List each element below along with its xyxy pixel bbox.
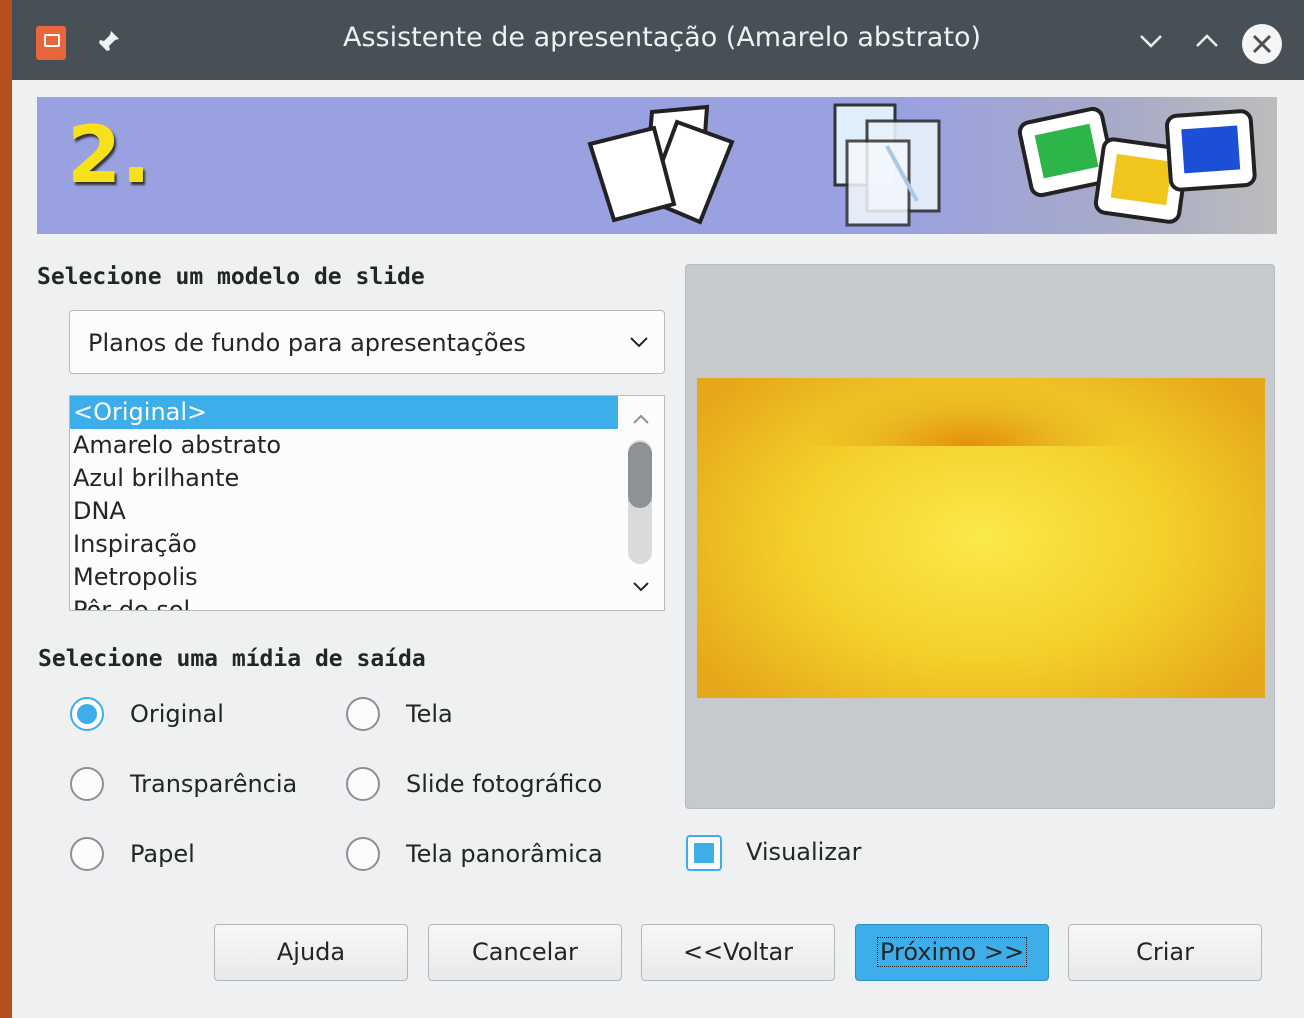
scrollbar-thumb[interactable] (628, 442, 652, 508)
template-category-select[interactable]: Planos de fundo para apresentações (69, 310, 665, 374)
help-button[interactable]: Ajuda (214, 924, 408, 981)
next-button[interactable]: Próximo >> (855, 924, 1049, 981)
step-number: 2. (67, 111, 151, 201)
pin-icon[interactable] (94, 28, 122, 56)
radio-overhead-label[interactable]: Transparência (130, 770, 297, 798)
list-item[interactable]: Metropolis (70, 561, 618, 594)
window-title: Assistente de apresentação (Amarelo abst… (342, 22, 981, 53)
list-item[interactable]: Inspiração (70, 528, 618, 561)
next-button-label: Próximo >> (876, 937, 1028, 967)
preview-checkbox-label[interactable]: Visualizar (746, 838, 862, 866)
slide-preview-band (697, 378, 1265, 446)
presentation-wizard-window: Assistente de apresentação (Amarelo abst… (12, 0, 1304, 1018)
radio-paper-label[interactable]: Papel (130, 840, 195, 868)
radio-paper[interactable] (70, 837, 104, 871)
template-list[interactable]: <Original> Amarelo abstrato Azul brilhan… (69, 395, 665, 611)
chevron-down-icon (630, 337, 648, 348)
list-item[interactable]: DNA (70, 495, 618, 528)
slide-preview (697, 378, 1265, 698)
transparency-illustration-icon (833, 103, 941, 227)
template-category-value: Planos de fundo para apresentações (88, 329, 526, 357)
output-section-label: Selecione uma mídia de saída (38, 646, 426, 672)
title-bar[interactable]: Assistente de apresentação (Amarelo abst… (12, 0, 1304, 80)
radio-widescreen[interactable] (346, 837, 380, 871)
photo-slides-illustration-icon (1017, 106, 1257, 224)
radio-slide-label[interactable]: Slide fotográfico (406, 770, 602, 798)
close-icon (1252, 34, 1272, 54)
back-button[interactable]: <<Voltar (641, 924, 835, 981)
template-section-label-text: Selecione um modelo de slide (37, 264, 425, 290)
scroll-down-chevron-icon[interactable] (632, 580, 650, 594)
radio-original-label[interactable]: Original (130, 700, 224, 728)
radio-screen-label[interactable]: Tela (406, 700, 453, 728)
radio-original[interactable] (70, 697, 104, 731)
radio-screen[interactable] (346, 697, 380, 731)
radio-slide[interactable] (346, 767, 380, 801)
preview-checkbox[interactable] (686, 835, 722, 871)
wizard-banner: 2. (37, 97, 1277, 234)
list-item[interactable]: <Original> (70, 396, 618, 429)
maximize-chevron-up-icon[interactable] (1192, 26, 1222, 56)
pages-illustration-icon (587, 104, 735, 225)
scroll-up-chevron-icon[interactable] (632, 412, 650, 426)
list-item[interactable]: Amarelo abstrato (70, 429, 618, 462)
template-section-label: Selecione um modelo de slide (37, 264, 425, 290)
impress-app-icon[interactable] (36, 26, 66, 60)
radio-overhead[interactable] (70, 767, 104, 801)
create-button[interactable]: Criar (1068, 924, 1262, 981)
cancel-button[interactable]: Cancelar (428, 924, 622, 981)
output-section-label-text: Selecione uma mídia de saída (38, 646, 426, 672)
list-item[interactable]: Azul brilhante (70, 462, 618, 495)
close-button[interactable] (1242, 24, 1282, 64)
minimize-chevron-down-icon[interactable] (1136, 26, 1166, 56)
radio-widescreen-label[interactable]: Tela panorâmica (406, 840, 603, 868)
list-item[interactable]: Pôr do sol (70, 594, 618, 610)
